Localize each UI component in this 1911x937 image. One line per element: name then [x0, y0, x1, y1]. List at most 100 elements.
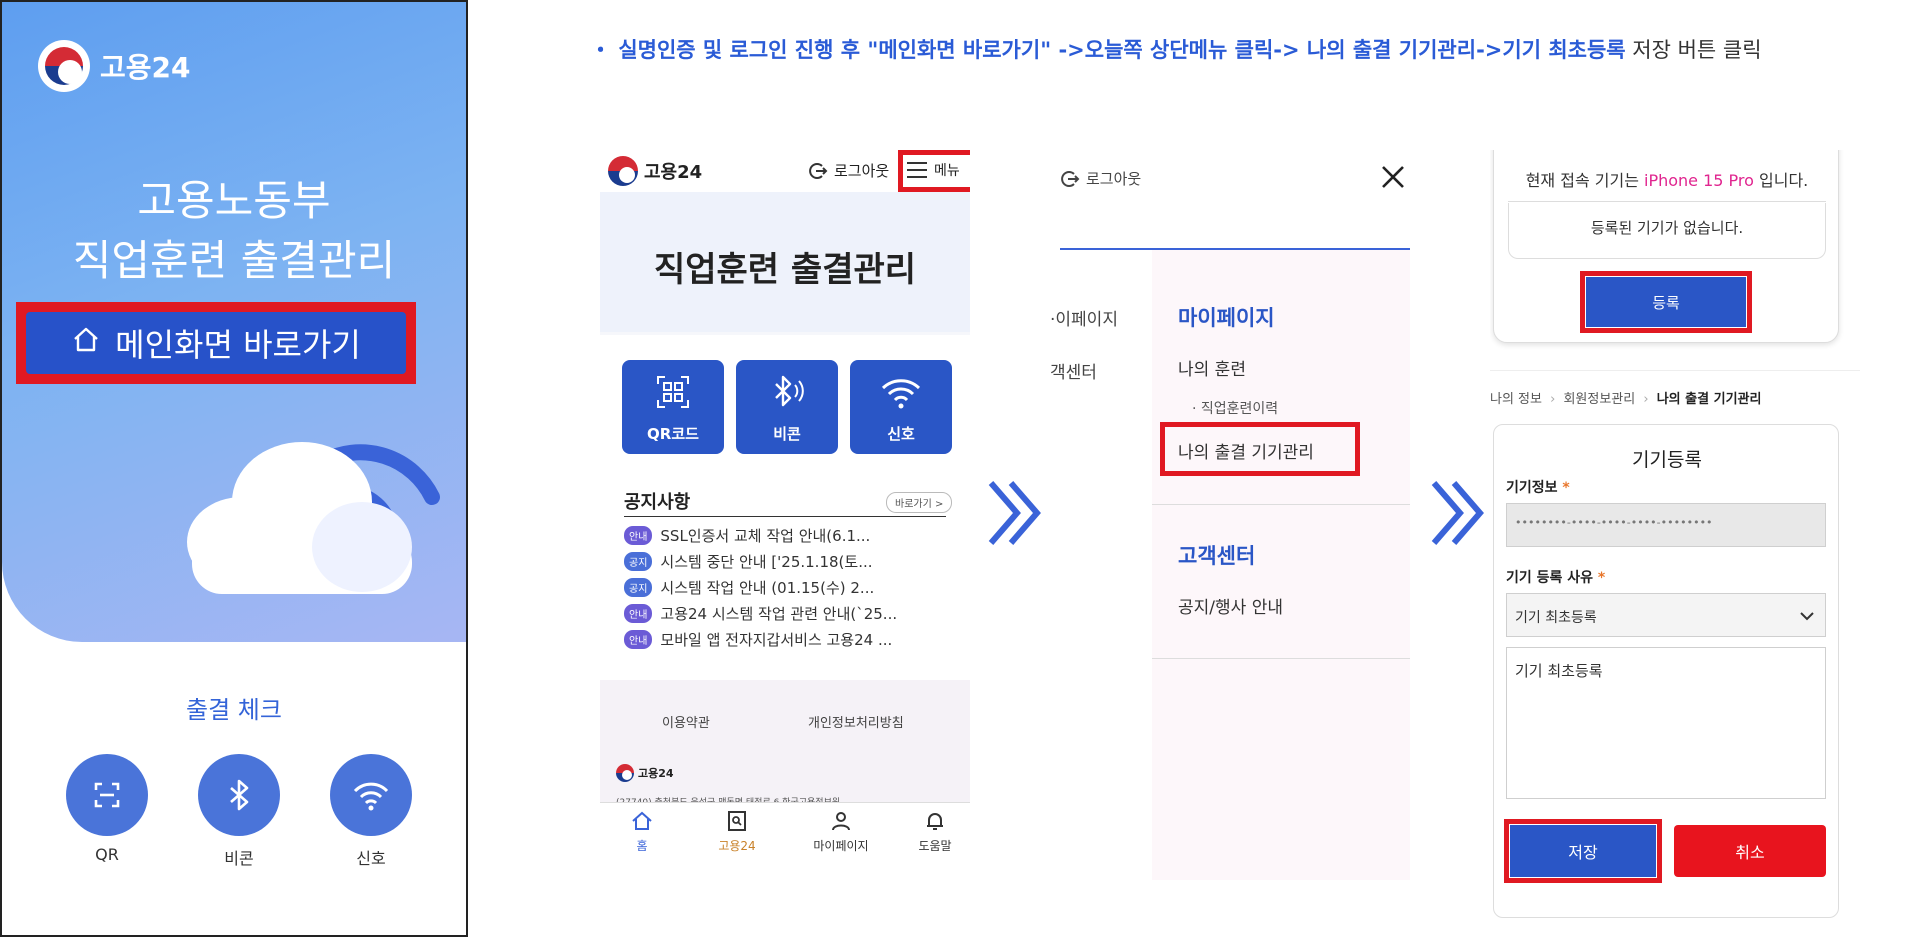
current-device-suffix: 입니다.	[1753, 171, 1809, 190]
main-shortcut-button[interactable]: 메인화면 바로가기	[26, 312, 406, 374]
tab-home[interactable]: 홈	[622, 809, 662, 854]
footer-logo: 고용24	[616, 764, 674, 782]
shot1-beacon-button[interactable]: 비콘	[736, 360, 838, 454]
reason-label: 기기 등록 사유 *	[1506, 570, 1606, 586]
close-icon	[1382, 166, 1404, 188]
attendance-check-title: 출결 체크	[186, 696, 282, 724]
breadcrumb-item[interactable]: 나의 정보	[1490, 392, 1542, 407]
menu-item-my-training[interactable]: 나의 훈련	[1178, 355, 1246, 380]
notice-row[interactable]: 공지 시스템 작업 안내 (01.15(수) 2...	[624, 577, 874, 598]
device-info-label: 기기정보 *	[1506, 480, 1570, 496]
reason-select[interactable]: 기기 최초등록	[1506, 593, 1826, 637]
next-step-chevron-icon	[1428, 478, 1488, 552]
notice-more-link[interactable]: 바로가기 >	[886, 492, 953, 513]
breadcrumb-item[interactable]: 회원정보관리	[1563, 392, 1635, 407]
tab-help[interactable]: 도움말	[910, 809, 960, 854]
cloud-wifi-illustration	[172, 422, 442, 602]
main-shortcut-highlight: 메인화면 바로가기	[16, 302, 416, 384]
breadcrumb: 나의 정보 › 회원정보관리 › 나의 출결 기기관리	[1490, 388, 1761, 407]
notice-text: 고용24 시스템 작업 관련 안내(`25...	[660, 605, 898, 623]
instruction-action: 저장 버튼 클릭	[1625, 38, 1762, 62]
tab-mypage-label: 마이페이지	[813, 839, 869, 853]
menu-section-customer-center[interactable]: 고객센터	[1178, 540, 1255, 570]
shot1-signal-button[interactable]: 신호	[850, 360, 952, 454]
save-highlight-box	[1504, 819, 1662, 883]
wifi-icon	[353, 782, 389, 811]
qr-button[interactable]	[66, 754, 148, 836]
tab-goyong24[interactable]: 고용24	[712, 809, 762, 854]
signal-button[interactable]	[330, 754, 412, 836]
instruction-text: ・ 실명인증 및 로그인 진행 후 "메인화면 바로가기" ->오늘쪽 상단메뉴…	[590, 34, 1762, 64]
app-logo: 고용24	[38, 40, 191, 92]
bell-icon	[927, 813, 943, 830]
current-device-card: 현재 접속 기기는 iPhone 15 Pro 입니다. 등록된 기기가 없습니…	[1493, 150, 1839, 343]
notice-tag: 공지	[624, 552, 653, 571]
shot1-beacon-label: 비콘	[773, 425, 801, 443]
shot1-signal-label: 신호	[887, 425, 915, 443]
signal-label: 신호	[356, 849, 386, 868]
notice-text: SSL인증서 교체 작업 안내(6.1...	[660, 527, 871, 545]
qr-scan-icon	[94, 782, 120, 808]
beacon-label: 비콘	[224, 849, 254, 868]
qr-code-icon	[657, 376, 689, 408]
menu-left-item[interactable]: ·이페이지	[1050, 305, 1118, 330]
notice-text: 시스템 작업 안내 (01.15(수) 2...	[660, 579, 875, 597]
current-device-text: 현재 접속 기기는 iPhone 15 Pro 입니다.	[1494, 167, 1840, 191]
person-icon	[832, 812, 850, 831]
home-icon	[71, 324, 101, 362]
menu-divider	[1152, 658, 1410, 659]
notice-row[interactable]: 공지 시스템 중단 안내 ['25.1.18(토...	[624, 551, 873, 572]
chevron-right-icon: ›	[1550, 392, 1556, 407]
screenshot-main-page: 고용24 로그아웃 메뉴 직업훈련 출결관리 QR코드 비콘 신호 공지사항 바…	[600, 150, 970, 862]
device-info-label-text: 기기정보	[1506, 480, 1558, 496]
current-device-name: iPhone 15 Pro	[1644, 171, 1754, 190]
app-panel: 고용24 고용노동부 직업훈련 출결관리 메인화면 바로가기 출결 체크 QR …	[0, 0, 468, 937]
menu-subitem-training-history[interactable]: · 직업훈련이력	[1192, 398, 1278, 418]
shot1-qr-label: QR코드	[647, 425, 699, 443]
screenshot-device-registration: 현재 접속 기기는 iPhone 15 Pro 입니다. 등록된 기기가 없습니…	[1490, 150, 1860, 920]
app-title-line2: 직업훈련 출결관리	[72, 236, 396, 285]
tab-bar: 홈 고용24 마이페이지 도움말	[600, 802, 970, 862]
menu-section-mypage[interactable]: 마이페이지	[1178, 302, 1275, 332]
beacon-button[interactable]	[198, 754, 280, 836]
menu-left-item[interactable]: 객센터	[1050, 358, 1097, 383]
shot1-title: 직업훈련 출결관리	[653, 250, 917, 290]
notice-tag: 안내	[624, 630, 653, 649]
notice-title: 공지사항	[624, 492, 691, 513]
shot1-qr-button[interactable]: QR코드	[622, 360, 724, 454]
menu-divider	[1152, 504, 1410, 505]
taegeuk-logo-icon	[608, 156, 638, 186]
current-device-prefix: 현재 접속 기기는	[1525, 171, 1645, 190]
shot2-logout-label: 로그아웃	[1086, 170, 1142, 188]
shot1-logout-label: 로그아웃	[834, 162, 890, 180]
screenshot-menu: 로그아웃 ·이페이지 객센터 마이페이지 나의 훈련 · 직업훈련이력 나의 출…	[1050, 150, 1410, 880]
app-title-line1: 고용노동부	[137, 176, 331, 225]
no-device-text: 등록된 기기가 없습니다.	[1590, 219, 1744, 237]
instruction-bullet: ・	[590, 38, 611, 62]
notice-row[interactable]: 안내 모바일 앱 전자지갑서비스 고용24 ...	[624, 629, 892, 650]
app-logo-text: 고용24	[100, 51, 191, 84]
notice-tag: 안내	[624, 604, 653, 623]
notice-row[interactable]: 안내 SSL인증서 교체 작업 안내(6.1...	[624, 525, 870, 546]
notice-tag: 안내	[624, 526, 653, 545]
footer-privacy-link[interactable]: 개인정보처리방침	[808, 712, 904, 731]
wifi-icon	[881, 379, 921, 409]
bluetooth-icon	[775, 375, 804, 407]
reason-selected-value: 기기 최초등록	[1515, 610, 1597, 626]
notice-tag: 공지	[624, 578, 653, 597]
close-menu-button[interactable]	[1380, 164, 1406, 194]
reason-textarea[interactable]: 기기 최초등록	[1506, 647, 1826, 799]
qr-label: QR	[95, 845, 119, 864]
footer-terms-link[interactable]: 이용약관	[662, 712, 710, 731]
shot2-logout[interactable]: 로그아웃	[1060, 168, 1141, 189]
tab-mypage[interactable]: 마이페이지	[806, 809, 876, 854]
register-highlight-box	[1580, 271, 1752, 333]
tab-goyong24-label: 고용24	[718, 839, 756, 853]
menu-highlight-box	[898, 150, 970, 192]
menu-item-notices[interactable]: 공지/행사 안내	[1178, 593, 1283, 618]
shot1-header: 고용24 로그아웃 메뉴	[600, 150, 970, 192]
taegeuk-logo-icon	[616, 764, 634, 782]
notice-row[interactable]: 안내 고용24 시스템 작업 관련 안내(`25...	[624, 603, 897, 624]
cancel-button[interactable]: 취소	[1674, 825, 1826, 877]
shot1-logout[interactable]: 로그아웃	[808, 160, 889, 181]
